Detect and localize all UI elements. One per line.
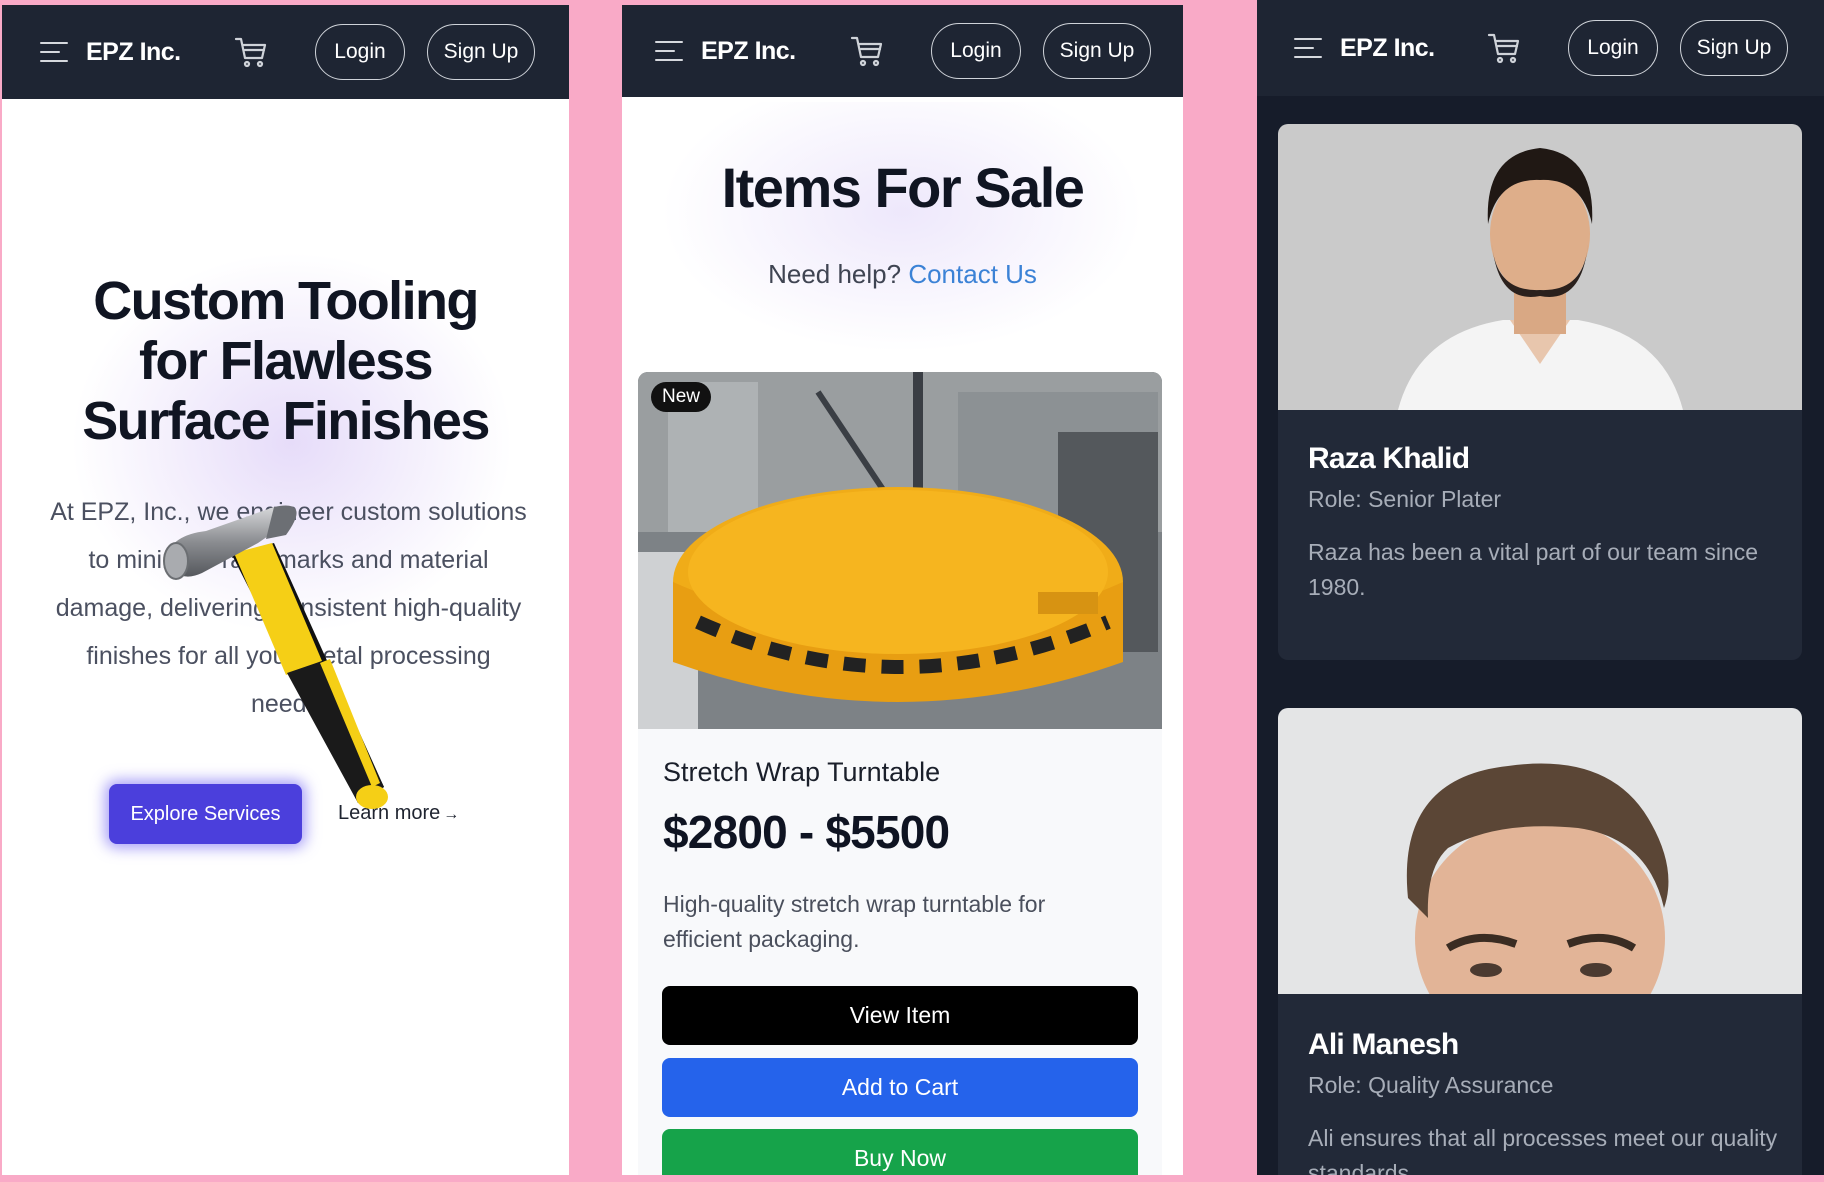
shopping-cart-icon[interactable]	[1486, 30, 1522, 66]
hero-title: Custom Tooling for Flawless Surface Fini…	[82, 271, 490, 451]
login-button[interactable]: Login	[1568, 20, 1658, 76]
add-to-cart-button[interactable]: Add to Cart	[662, 1058, 1138, 1117]
member-name: Ali Manesh	[1308, 1028, 1459, 1061]
hamburger-menu-icon[interactable]	[1294, 38, 1322, 58]
product-image[interactable]: New	[638, 372, 1162, 729]
hero-panel: EPZ Inc. Login Sign Up Custom Tooling fo…	[2, 5, 569, 1175]
member-bio: Raza has been a vital part of our team s…	[1308, 539, 1759, 600]
team-panel: EPZ Inc. Login Sign Up Raza Khalid Role:…	[1257, 0, 1824, 1175]
member-name: Raza Khalid	[1308, 442, 1470, 475]
brand-logo[interactable]: EPZ Inc.	[1340, 34, 1435, 63]
new-badge: New	[651, 382, 712, 412]
team-card: Raza Khalid Role: Senior Plater Raza has…	[1278, 124, 1802, 660]
shopping-cart-icon[interactable]	[233, 34, 269, 70]
page-title: Items For Sale	[721, 156, 1085, 219]
hammer-image	[163, 505, 388, 809]
signup-button[interactable]: Sign Up	[1043, 23, 1151, 79]
brand-logo[interactable]: EPZ Inc.	[701, 37, 796, 66]
signup-button[interactable]: Sign Up	[427, 24, 535, 80]
top-nav: EPZ Inc. Login Sign Up	[1257, 0, 1824, 96]
top-nav: EPZ Inc. Login Sign Up	[2, 5, 569, 99]
hamburger-menu-icon[interactable]	[655, 41, 683, 61]
buy-now-button[interactable]: Buy Now	[662, 1129, 1138, 1175]
member-photo	[1278, 124, 1802, 410]
brand-logo[interactable]: EPZ Inc.	[86, 38, 181, 67]
contact-us-link[interactable]: Contact Us	[908, 259, 1037, 289]
product-name[interactable]: Stretch Wrap Turntable	[663, 757, 940, 788]
help-text: Need help?	[768, 259, 902, 289]
member-photo	[1278, 708, 1802, 1058]
product-price: $2800 - $5500	[663, 806, 950, 858]
shopping-cart-icon[interactable]	[849, 33, 885, 69]
team-card: Ali Manesh Role: Quality Assurance Ali e…	[1278, 708, 1802, 1175]
arrow-right-icon: →	[443, 806, 460, 823]
login-button[interactable]: Login	[931, 23, 1021, 79]
product-card: New Stretch Wrap Turntable $2800 - $5500…	[638, 372, 1162, 1175]
signup-button[interactable]: Sign Up	[1680, 20, 1788, 76]
shop-panel: EPZ Inc. Login Sign Up Items For Sale Ne…	[622, 5, 1183, 1175]
member-role: Role: Senior Plater	[1308, 486, 1502, 512]
help-line: Need help? Contact Us	[622, 259, 1183, 290]
view-item-button[interactable]: View Item	[662, 986, 1138, 1045]
top-nav: EPZ Inc. Login Sign Up	[622, 5, 1183, 97]
product-description: High-quality stretch wrap turntable for …	[663, 891, 1046, 952]
member-bio: Ali ensures that all processes meet our …	[1308, 1125, 1778, 1175]
login-button[interactable]: Login	[315, 24, 405, 80]
member-role: Role: Quality Assurance	[1308, 1072, 1554, 1098]
hamburger-menu-icon[interactable]	[40, 42, 68, 62]
